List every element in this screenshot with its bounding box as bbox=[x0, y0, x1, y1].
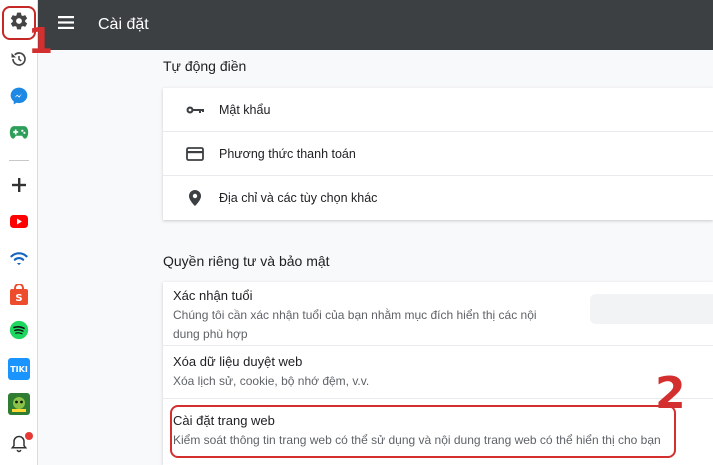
hamburger-menu-icon bbox=[58, 16, 74, 34]
autofill-passwords-label: Mật khẩu bbox=[219, 102, 271, 117]
age-verification-action[interactable] bbox=[590, 294, 713, 324]
messenger-icon bbox=[9, 86, 29, 111]
privacy-age-verification-row[interactable]: Xác nhận tuổi Chúng tôi cần xác nhận tuổ… bbox=[173, 288, 537, 344]
sidebar-youtube-button[interactable] bbox=[5, 210, 33, 238]
youtube-icon bbox=[10, 215, 28, 233]
key-icon bbox=[181, 100, 209, 120]
sidebar-game-app-button[interactable] bbox=[5, 392, 33, 420]
gear-icon bbox=[9, 11, 29, 36]
sidebar-shopee-button[interactable]: S bbox=[5, 282, 33, 311]
sidebar-game-button[interactable] bbox=[5, 120, 33, 148]
site-settings-highlight-box bbox=[170, 405, 676, 458]
sidebar-messenger-button[interactable] bbox=[5, 84, 33, 112]
sidebar-notification-button[interactable] bbox=[5, 430, 33, 458]
spotify-icon bbox=[9, 320, 29, 345]
svg-text:S: S bbox=[15, 293, 22, 304]
notification-bell-icon bbox=[9, 432, 33, 454]
game-controller-icon bbox=[9, 124, 29, 145]
autofill-card: Mật khẩu Phương thức thanh toán Địa chỉ … bbox=[163, 88, 713, 220]
privacy-divider bbox=[163, 345, 713, 346]
sidebar-tiki-button[interactable]: TIKI bbox=[5, 355, 33, 383]
autofill-payment-label: Phương thức thanh toán bbox=[219, 146, 356, 161]
wifi-icon bbox=[9, 248, 29, 273]
autofill-section-title: Tự động điền bbox=[163, 58, 247, 74]
notification-badge bbox=[25, 432, 33, 440]
autofill-payment-row[interactable]: Phương thức thanh toán bbox=[163, 132, 713, 176]
shopee-icon: S bbox=[9, 282, 29, 311]
annotation-marker-2: 2 bbox=[655, 368, 686, 419]
age-verification-subtitle-line2: dung phù hợp bbox=[173, 327, 248, 341]
tiki-icon-label: TIKI bbox=[10, 364, 28, 374]
page-title: Cài đặt bbox=[98, 16, 149, 33]
clear-browsing-title: Xóa dữ liệu duyệt web bbox=[173, 354, 303, 369]
sidebar-wifi-button[interactable] bbox=[5, 246, 33, 274]
sidebar-divider bbox=[9, 160, 29, 161]
sidebar: S TIKI bbox=[0, 0, 38, 465]
location-pin-icon bbox=[181, 188, 209, 208]
menu-button[interactable] bbox=[58, 0, 98, 50]
history-icon bbox=[10, 50, 28, 73]
autofill-addresses-row[interactable]: Địa chỉ và các tùy chọn khác bbox=[163, 176, 713, 220]
age-verification-title: Xác nhận tuổi bbox=[173, 288, 253, 303]
autofill-passwords-row[interactable]: Mật khẩu bbox=[163, 88, 713, 132]
privacy-clear-browsing-row[interactable]: Xóa dữ liệu duyệt web Xóa lịch sử, cooki… bbox=[173, 354, 369, 391]
settings-header: Cài đặt bbox=[38, 0, 713, 50]
clear-browsing-subtitle: Xóa lịch sử, cookie, bộ nhớ đệm, v.v. bbox=[173, 374, 370, 388]
sidebar-spotify-button[interactable] bbox=[5, 318, 33, 346]
game-app-icon bbox=[8, 392, 30, 420]
autofill-addresses-label: Địa chỉ và các tùy chọn khác bbox=[219, 191, 378, 205]
privacy-divider bbox=[163, 398, 713, 399]
add-icon bbox=[11, 177, 27, 198]
age-verification-subtitle-line1: Chúng tôi cần xác nhận tuổi của bạn nhằm… bbox=[173, 308, 537, 322]
annotation-marker-1: 1 bbox=[28, 21, 54, 62]
credit-card-icon bbox=[181, 144, 209, 164]
tiki-icon: TIKI bbox=[8, 358, 30, 380]
privacy-section-title: Quyền riêng tư và bảo mật bbox=[163, 253, 330, 269]
sidebar-add-button[interactable] bbox=[5, 173, 33, 201]
